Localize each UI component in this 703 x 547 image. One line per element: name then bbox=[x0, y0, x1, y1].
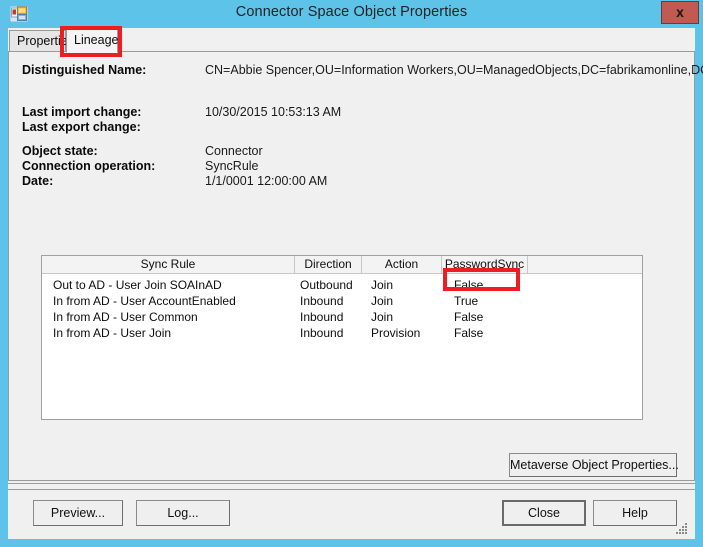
cell-password-sync: True bbox=[454, 294, 479, 308]
table-row[interactable]: In from AD - User Common Inbound Join Fa… bbox=[42, 309, 642, 325]
cell-action: Join bbox=[371, 278, 394, 292]
column-header-action[interactable]: Action bbox=[362, 256, 442, 273]
object-state-label: Object state: bbox=[22, 144, 98, 158]
cell-action: Join bbox=[371, 310, 394, 324]
column-header-sync-rule[interactable]: Sync Rule bbox=[42, 256, 295, 273]
tab-strip: Properties Lineage bbox=[8, 28, 695, 53]
object-state-value: Connector bbox=[205, 144, 263, 158]
connection-operation-label: Connection operation: bbox=[22, 159, 156, 173]
cell-direction: Inbound bbox=[300, 294, 344, 308]
last-import-change-value: 10/30/2015 10:53:13 AM bbox=[205, 105, 342, 119]
connection-operation-value: SyncRule bbox=[205, 159, 259, 173]
close-button[interactable]: Close bbox=[502, 500, 586, 526]
table-row[interactable]: Out to AD - User Join SOAInAD Outbound J… bbox=[42, 277, 642, 293]
cell-sync-rule: In from AD - User Common bbox=[53, 310, 198, 324]
cell-sync-rule: In from AD - User Join bbox=[53, 326, 172, 340]
last-export-change-label: Last export change: bbox=[22, 120, 141, 134]
date-label: Date: bbox=[22, 174, 54, 188]
column-header-direction[interactable]: Direction bbox=[295, 256, 362, 273]
distinguished-name-value: CN=Abbie Spencer,OU=Information Workers,… bbox=[205, 63, 703, 77]
cell-sync-rule: In from AD - User AccountEnabled bbox=[53, 294, 236, 308]
content-separator bbox=[8, 483, 695, 484]
dialog-client-area: Properties Lineage Distinguished Name: C… bbox=[8, 28, 703, 539]
resize-grip[interactable] bbox=[673, 521, 689, 537]
date-value: 1/1/0001 12:00:00 AM bbox=[205, 174, 328, 188]
cell-direction: Inbound bbox=[300, 310, 344, 324]
last-import-change-label: Last import change: bbox=[22, 105, 142, 119]
dialog-button-bar: Preview... Log... Close Help bbox=[8, 489, 695, 539]
table-row[interactable]: In from AD - User Join Inbound Provision… bbox=[42, 325, 642, 341]
log-button[interactable]: Log... bbox=[136, 500, 230, 526]
cell-sync-rule: Out to AD - User Join SOAInAD bbox=[53, 278, 222, 292]
tab-properties[interactable]: Properties bbox=[9, 30, 74, 52]
cell-action: Provision bbox=[371, 326, 421, 340]
cell-password-sync: False bbox=[454, 278, 484, 292]
metaverse-object-properties-button[interactable]: Metaverse Object Properties... bbox=[509, 453, 679, 477]
cell-action: Join bbox=[371, 294, 394, 308]
window-title: Connector Space Object Properties bbox=[235, 4, 468, 20]
distinguished-name-label: Distinguished Name: bbox=[22, 63, 147, 77]
lineage-tab-page: Distinguished Name: CN=Abbie Spencer,OU=… bbox=[8, 51, 703, 481]
cell-direction: Inbound bbox=[300, 326, 344, 340]
cell-password-sync: False bbox=[454, 310, 484, 324]
listview-header-row: Sync Rule Direction Action PasswordSync bbox=[42, 256, 642, 274]
close-window-button[interactable]: x bbox=[661, 1, 699, 24]
cell-direction: Outbound bbox=[300, 278, 353, 292]
column-header-filler[interactable] bbox=[528, 256, 642, 273]
column-header-password-sync[interactable]: PasswordSync bbox=[442, 256, 528, 273]
preview-button[interactable]: Preview... bbox=[33, 500, 123, 526]
tab-lineage[interactable]: Lineage bbox=[66, 28, 119, 53]
cell-password-sync: False bbox=[454, 326, 484, 340]
table-row[interactable]: In from AD - User AccountEnabled Inbound… bbox=[42, 293, 642, 309]
title-bar[interactable]: Connector Space Object Properties x bbox=[0, 0, 703, 28]
help-button[interactable]: Help bbox=[593, 500, 677, 526]
lineage-listview[interactable]: Sync Rule Direction Action PasswordSync … bbox=[41, 255, 643, 420]
dialog-window: Connector Space Object Properties x Prop… bbox=[0, 0, 703, 547]
